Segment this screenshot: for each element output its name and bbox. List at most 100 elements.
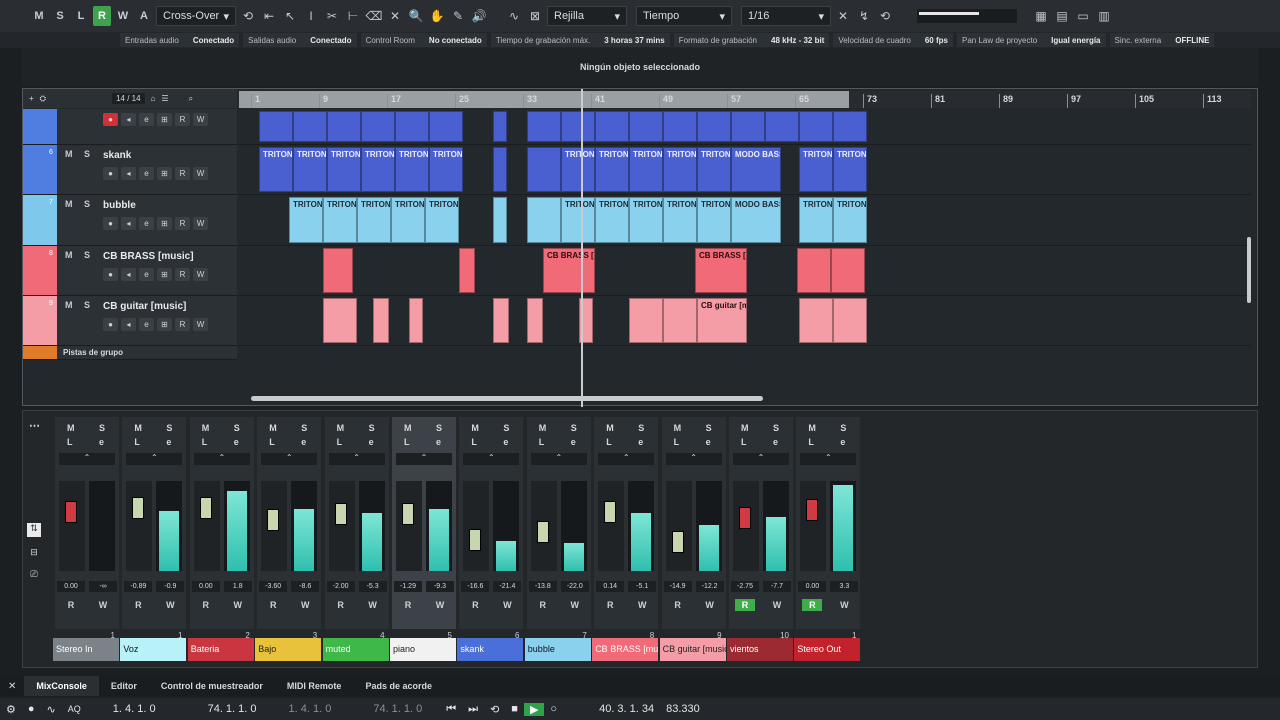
event-clip[interactable]: TRITON (429, 147, 463, 192)
fader-knob[interactable] (536, 521, 549, 543)
pan-control[interactable]: ⌃ (733, 453, 789, 465)
volume-fader[interactable] (59, 481, 85, 571)
pan-control[interactable]: ⌃ (59, 453, 115, 465)
channel-name[interactable]: CB guitar [music] (659, 638, 726, 661)
channel-listen-button[interactable]: L (808, 437, 814, 447)
mixer-channel[interactable]: M S Le ⌃ 0.14 -5.1 R W 8 (594, 417, 659, 640)
left-zone-icon[interactable]: ▤ (1053, 7, 1071, 25)
event-clip[interactable]: TRITON (289, 197, 323, 243)
event-clip[interactable] (493, 111, 507, 142)
volume-value[interactable]: -3.60 (259, 581, 288, 592)
track-presets-icon[interactable]: ⛭ (40, 94, 46, 104)
event-clip[interactable] (833, 111, 867, 142)
channel-read-button[interactable]: R (128, 599, 148, 611)
event-clip[interactable]: TRITON (663, 197, 697, 243)
channel-mute-button[interactable]: M (539, 423, 547, 433)
split-icon[interactable]: ✂ (323, 7, 341, 25)
fader-knob[interactable] (469, 529, 482, 551)
glue-icon[interactable]: ⊢ (344, 7, 362, 25)
channel-solo-button[interactable]: S (571, 423, 577, 433)
channel-mute-button[interactable]: M (202, 423, 210, 433)
channel-solo-button[interactable]: S (773, 423, 779, 433)
volume-value[interactable]: -14.9 (663, 581, 692, 592)
track-solo-button[interactable]: S (84, 300, 90, 310)
event-clip[interactable]: TRITON (629, 197, 663, 243)
channel-edit-button[interactable]: e (773, 437, 778, 447)
channel-mute-button[interactable]: M (674, 423, 682, 433)
track-lane[interactable] (239, 109, 1251, 145)
event-clip[interactable]: TRITON (629, 147, 663, 192)
channel-listen-button[interactable]: L (404, 437, 410, 447)
track-header[interactable]: 6 M Sskank ● ◂ e ⊞ R W (23, 145, 237, 195)
list-icon[interactable]: ☰ (161, 94, 168, 103)
event-clip[interactable] (493, 147, 507, 192)
pan-control[interactable]: ⌃ (193, 453, 250, 465)
channel-solo-button[interactable]: S (369, 423, 375, 433)
channel-listen-button[interactable]: L (134, 437, 140, 447)
mixer-channel[interactable]: M S Le ⌃ -1.29 -9.3 R W 5 (392, 417, 456, 640)
channel-solo-button[interactable]: S (706, 423, 712, 433)
channel-read-button[interactable]: R (263, 599, 283, 611)
event-clip[interactable]: CB BRASS [m (695, 248, 747, 293)
channel-read-button[interactable]: R (331, 599, 351, 611)
channel-read-button[interactable]: R (61, 599, 81, 611)
draw-icon[interactable]: ✎ (449, 7, 467, 25)
record-enable-button[interactable]: ● (103, 167, 118, 180)
read-button[interactable]: R (175, 167, 190, 180)
event-clip[interactable]: CB BRASS [m (543, 248, 595, 293)
mixer-channel[interactable]: M S Le ⌃ -0.89 -0.9 R W 1 (122, 417, 187, 640)
pan-control[interactable]: ⌃ (261, 453, 318, 465)
channel-edit-button[interactable]: e (166, 437, 171, 447)
channel-solo-button[interactable]: S (840, 423, 846, 433)
channel-name[interactable]: Stereo In (53, 638, 119, 661)
channel-edit-button[interactable]: e (638, 437, 643, 447)
track-mute-button[interactable]: M (65, 199, 73, 209)
mixer-channel[interactable]: M S Le ⌃ -2.00 -5.3 R W 4 (324, 417, 389, 640)
event-clip[interactable] (831, 248, 865, 293)
event-clip[interactable] (663, 111, 697, 142)
mixer-channel[interactable]: M S Le ⌃ 0.00 -∞ R W 1 (55, 417, 119, 640)
event-clip[interactable]: TRITON (799, 197, 833, 243)
channel-listen-button[interactable]: L (67, 437, 73, 447)
event-clip[interactable] (361, 111, 395, 142)
track-header[interactable]: 8 M S CB BRASS [music] ● ◂ e ⊞ R W (23, 246, 237, 296)
event-clip[interactable] (527, 111, 561, 142)
event-clip[interactable] (323, 298, 357, 343)
timeline-ruler[interactable]: 1 9 17 25 33 41 49 57 65 73 81 89 97 105 113 (239, 91, 1251, 108)
event-clip[interactable]: CB guitar [m (697, 298, 747, 343)
mixer-channel[interactable]: M S Le ⌃ -3.60 -8.6 R W 3 (257, 417, 322, 640)
fader-knob[interactable] (199, 497, 212, 519)
channel-mute-button[interactable]: M (134, 423, 142, 433)
aq-button[interactable]: AQ (62, 704, 87, 714)
track-solo-button[interactable]: S (84, 250, 90, 260)
forward-icon[interactable]: ⏭ (462, 703, 484, 716)
channel-name[interactable]: Bateria (187, 638, 254, 661)
channel-listen-button[interactable]: L (741, 437, 747, 447)
read-button[interactable]: R (175, 318, 190, 331)
track-lane[interactable]: TRITON TRITON TRITON TRITON TRITON TRITON TRIT… (239, 145, 1251, 195)
volume-value[interactable]: 0.00 (57, 581, 85, 592)
event-clip[interactable]: TRITON (293, 147, 327, 192)
channel-solo-button[interactable]: S (99, 423, 105, 433)
channel-write-button[interactable]: W (700, 599, 720, 611)
channel-read-button[interactable]: R (398, 599, 418, 611)
settings-icon[interactable]: ⚙ (0, 703, 22, 716)
channel-mute-button[interactable]: M (471, 423, 479, 433)
track-solo-button[interactable]: S (84, 199, 90, 209)
channel-edit-button[interactable]: e (234, 437, 239, 447)
fader-knob[interactable] (671, 531, 684, 553)
channel-write-button[interactable]: W (834, 599, 854, 611)
mixer-channel[interactable]: M S Le ⌃ -16.6 -21.4 R W 6 (459, 417, 524, 640)
mute-tool-icon[interactable]: ✕ (386, 7, 404, 25)
event-clip[interactable] (459, 248, 475, 293)
event-clip[interactable] (259, 111, 293, 142)
solo-button[interactable]: S (51, 6, 69, 26)
channel-mute-button[interactable]: M (67, 423, 75, 433)
cycle-icon[interactable]: ⟲ (484, 703, 505, 716)
event-clip[interactable]: TRITON (595, 197, 629, 243)
channel-write-button[interactable]: W (565, 599, 585, 611)
channel-name[interactable]: muted (322, 638, 389, 661)
punch-icon[interactable]: ∿ (41, 703, 62, 716)
crossover-select[interactable]: Cross-Over ▾ (156, 6, 236, 26)
channel-read-button[interactable]: R (600, 599, 620, 611)
